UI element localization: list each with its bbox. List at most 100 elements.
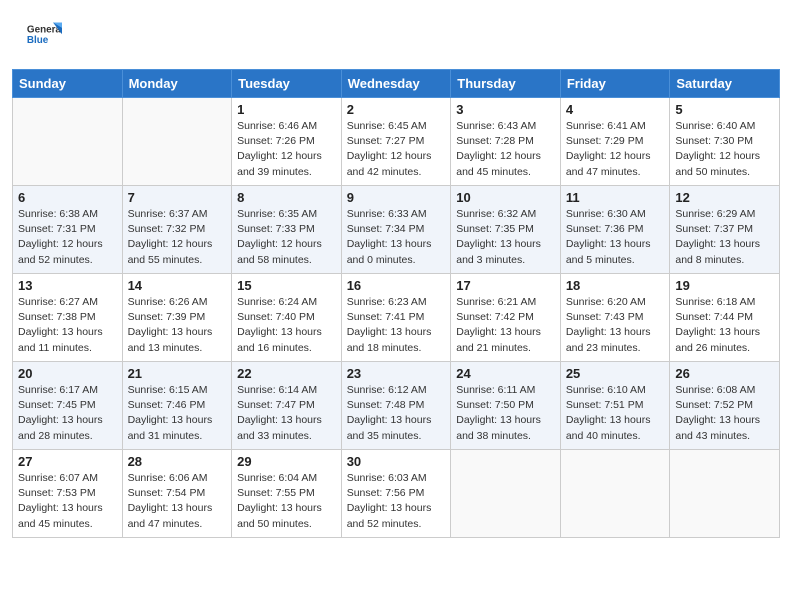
weekday-friday: Friday bbox=[560, 70, 670, 98]
calendar-cell: 23 Sunrise: 6:12 AM Sunset: 7:48 PM Dayli… bbox=[341, 362, 451, 450]
weekday-wednesday: Wednesday bbox=[341, 70, 451, 98]
day-number: 19 bbox=[675, 278, 774, 293]
calendar-cell: 4 Sunrise: 6:41 AM Sunset: 7:29 PM Daylig… bbox=[560, 98, 670, 186]
day-number: 8 bbox=[237, 190, 336, 205]
day-number: 12 bbox=[675, 190, 774, 205]
day-number: 3 bbox=[456, 102, 555, 117]
calendar-cell: 15 Sunrise: 6:24 AM Sunset: 7:40 PM Dayli… bbox=[232, 274, 342, 362]
day-number: 9 bbox=[347, 190, 446, 205]
day-info: Sunrise: 6:29 AM Sunset: 7:37 PM Dayligh… bbox=[675, 207, 774, 268]
calendar-cell: 21Sunrise: 6:15 AM Sunset: 7:46 PM Dayli… bbox=[122, 362, 232, 450]
day-info: Sunrise: 6:35 AM Sunset: 7:33 PM Dayligh… bbox=[237, 207, 336, 268]
calendar-wrapper: SundayMondayTuesdayWednesdayThursdayFrid… bbox=[0, 69, 792, 550]
day-info: Sunrise: 6:43 AM Sunset: 7:28 PM Dayligh… bbox=[456, 119, 555, 180]
day-info: Sunrise: 6:45 AM Sunset: 7:27 PM Dayligh… bbox=[347, 119, 446, 180]
calendar-week-5: 27 Sunrise: 6:07 AM Sunset: 7:53 PM Dayli… bbox=[13, 450, 780, 538]
calendar-cell: 13 Sunrise: 6:27 AM Sunset: 7:38 PM Dayli… bbox=[13, 274, 123, 362]
calendar-week-1: 1Sunrise: 6:46 AM Sunset: 7:26 PM Daylig… bbox=[13, 98, 780, 186]
logo: General Blue bbox=[24, 18, 62, 59]
calendar-cell bbox=[451, 450, 561, 538]
calendar-cell: 6 Sunrise: 6:38 AM Sunset: 7:31 PM Daylig… bbox=[13, 186, 123, 274]
day-info: Sunrise: 6:38 AM Sunset: 7:31 PM Dayligh… bbox=[18, 207, 117, 268]
page-header: General Blue bbox=[0, 0, 792, 69]
calendar-cell: 9 Sunrise: 6:33 AM Sunset: 7:34 PM Daylig… bbox=[341, 186, 451, 274]
day-number: 15 bbox=[237, 278, 336, 293]
svg-text:Blue: Blue bbox=[27, 35, 49, 46]
calendar-cell: 2 Sunrise: 6:45 AM Sunset: 7:27 PM Daylig… bbox=[341, 98, 451, 186]
day-number: 17 bbox=[456, 278, 555, 293]
calendar-cell bbox=[122, 98, 232, 186]
calendar-cell: 3 Sunrise: 6:43 AM Sunset: 7:28 PM Daylig… bbox=[451, 98, 561, 186]
calendar-cell: 29 Sunrise: 6:04 AM Sunset: 7:55 PM Dayli… bbox=[232, 450, 342, 538]
calendar-week-2: 6 Sunrise: 6:38 AM Sunset: 7:31 PM Daylig… bbox=[13, 186, 780, 274]
day-number: 2 bbox=[347, 102, 446, 117]
day-info: Sunrise: 6:10 AM Sunset: 7:51 PM Dayligh… bbox=[566, 383, 665, 444]
calendar-cell bbox=[13, 98, 123, 186]
calendar-cell: 8 Sunrise: 6:35 AM Sunset: 7:33 PM Daylig… bbox=[232, 186, 342, 274]
calendar-cell: 10 Sunrise: 6:32 AM Sunset: 7:35 PM Dayli… bbox=[451, 186, 561, 274]
calendar-table: SundayMondayTuesdayWednesdayThursdayFrid… bbox=[12, 69, 780, 538]
day-number: 23 bbox=[347, 366, 446, 381]
day-number: 11 bbox=[566, 190, 665, 205]
day-info: Sunrise: 6:24 AM Sunset: 7:40 PM Dayligh… bbox=[237, 295, 336, 356]
day-info: Sunrise: 6:18 AM Sunset: 7:44 PM Dayligh… bbox=[675, 295, 774, 356]
calendar-cell bbox=[670, 450, 780, 538]
day-info: Sunrise: 6:17 AM Sunset: 7:45 PM Dayligh… bbox=[18, 383, 117, 444]
day-info: Sunrise: 6:03 AM Sunset: 7:56 PM Dayligh… bbox=[347, 471, 446, 532]
weekday-saturday: Saturday bbox=[670, 70, 780, 98]
day-info: Sunrise: 6:26 AM Sunset: 7:39 PM Dayligh… bbox=[128, 295, 227, 356]
weekday-monday: Monday bbox=[122, 70, 232, 98]
day-number: 18 bbox=[566, 278, 665, 293]
weekday-tuesday: Tuesday bbox=[232, 70, 342, 98]
day-number: 10 bbox=[456, 190, 555, 205]
day-info: Sunrise: 6:33 AM Sunset: 7:34 PM Dayligh… bbox=[347, 207, 446, 268]
day-number: 7 bbox=[128, 190, 227, 205]
weekday-header-row: SundayMondayTuesdayWednesdayThursdayFrid… bbox=[13, 70, 780, 98]
day-number: 24 bbox=[456, 366, 555, 381]
day-info: Sunrise: 6:30 AM Sunset: 7:36 PM Dayligh… bbox=[566, 207, 665, 268]
day-info: Sunrise: 6:20 AM Sunset: 7:43 PM Dayligh… bbox=[566, 295, 665, 356]
day-number: 14 bbox=[128, 278, 227, 293]
weekday-sunday: Sunday bbox=[13, 70, 123, 98]
day-number: 29 bbox=[237, 454, 336, 469]
calendar-cell: 18 Sunrise: 6:20 AM Sunset: 7:43 PM Dayli… bbox=[560, 274, 670, 362]
day-number: 4 bbox=[566, 102, 665, 117]
calendar-cell: 19 Sunrise: 6:18 AM Sunset: 7:44 PM Dayli… bbox=[670, 274, 780, 362]
day-number: 26 bbox=[675, 366, 774, 381]
day-info: Sunrise: 6:12 AM Sunset: 7:48 PM Dayligh… bbox=[347, 383, 446, 444]
calendar-cell bbox=[560, 450, 670, 538]
day-info: Sunrise: 6:21 AM Sunset: 7:42 PM Dayligh… bbox=[456, 295, 555, 356]
calendar-cell: 24 Sunrise: 6:11 AM Sunset: 7:50 PM Dayli… bbox=[451, 362, 561, 450]
calendar-cell: 27 Sunrise: 6:07 AM Sunset: 7:53 PM Dayli… bbox=[13, 450, 123, 538]
calendar-cell: 16Sunrise: 6:23 AM Sunset: 7:41 PM Dayli… bbox=[341, 274, 451, 362]
day-info: Sunrise: 6:32 AM Sunset: 7:35 PM Dayligh… bbox=[456, 207, 555, 268]
day-number: 6 bbox=[18, 190, 117, 205]
calendar-cell: 1Sunrise: 6:46 AM Sunset: 7:26 PM Daylig… bbox=[232, 98, 342, 186]
day-number: 27 bbox=[18, 454, 117, 469]
day-number: 25 bbox=[566, 366, 665, 381]
day-info: Sunrise: 6:37 AM Sunset: 7:32 PM Dayligh… bbox=[128, 207, 227, 268]
calendar-cell: 5 Sunrise: 6:40 AM Sunset: 7:30 PM Daylig… bbox=[670, 98, 780, 186]
calendar-cell: 26 Sunrise: 6:08 AM Sunset: 7:52 PM Dayli… bbox=[670, 362, 780, 450]
calendar-cell: 28Sunrise: 6:06 AM Sunset: 7:54 PM Dayli… bbox=[122, 450, 232, 538]
day-info: Sunrise: 6:27 AM Sunset: 7:38 PM Dayligh… bbox=[18, 295, 117, 356]
day-number: 30 bbox=[347, 454, 446, 469]
calendar-cell: 14 Sunrise: 6:26 AM Sunset: 7:39 PM Dayli… bbox=[122, 274, 232, 362]
calendar-cell: 12 Sunrise: 6:29 AM Sunset: 7:37 PM Dayli… bbox=[670, 186, 780, 274]
day-number: 21 bbox=[128, 366, 227, 381]
calendar-cell: 25 Sunrise: 6:10 AM Sunset: 7:51 PM Dayli… bbox=[560, 362, 670, 450]
calendar-cell: 7 Sunrise: 6:37 AM Sunset: 7:32 PM Daylig… bbox=[122, 186, 232, 274]
day-number: 5 bbox=[675, 102, 774, 117]
day-info: Sunrise: 6:04 AM Sunset: 7:55 PM Dayligh… bbox=[237, 471, 336, 532]
day-info: Sunrise: 6:11 AM Sunset: 7:50 PM Dayligh… bbox=[456, 383, 555, 444]
day-number: 1 bbox=[237, 102, 336, 117]
day-info: Sunrise: 6:07 AM Sunset: 7:53 PM Dayligh… bbox=[18, 471, 117, 532]
weekday-thursday: Thursday bbox=[451, 70, 561, 98]
day-info: Sunrise: 6:40 AM Sunset: 7:30 PM Dayligh… bbox=[675, 119, 774, 180]
day-number: 16 bbox=[347, 278, 446, 293]
day-info: Sunrise: 6:08 AM Sunset: 7:52 PM Dayligh… bbox=[675, 383, 774, 444]
day-number: 22 bbox=[237, 366, 336, 381]
day-number: 13 bbox=[18, 278, 117, 293]
day-info: Sunrise: 6:14 AM Sunset: 7:47 PM Dayligh… bbox=[237, 383, 336, 444]
day-info: Sunrise: 6:41 AM Sunset: 7:29 PM Dayligh… bbox=[566, 119, 665, 180]
